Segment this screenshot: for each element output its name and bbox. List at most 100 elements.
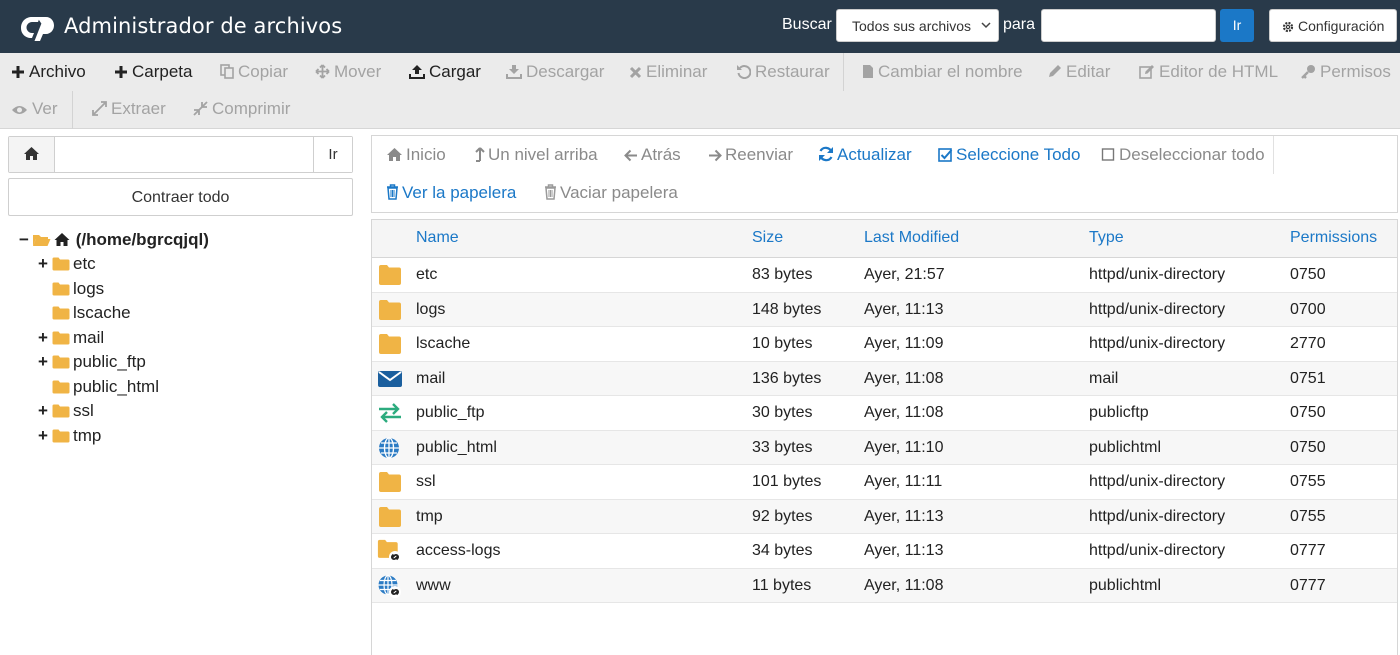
tree-item-public-ftp[interactable]: + public_ftp xyxy=(38,351,146,373)
up-level-button[interactable]: Un nivel arriba xyxy=(474,144,598,166)
new-folder-button[interactable]: Carpeta xyxy=(114,61,192,83)
file-type: publicftp xyxy=(1089,404,1149,421)
rename-button[interactable]: Cambiar el nombre xyxy=(862,61,1023,83)
home-nav-button[interactable]: Inicio xyxy=(386,144,446,166)
undo-icon xyxy=(737,65,752,80)
refresh-button[interactable]: Actualizar xyxy=(818,144,912,166)
forward-button[interactable]: Reenviar xyxy=(708,144,793,166)
home-icon xyxy=(24,147,39,160)
select-all-button[interactable]: Seleccione Todo xyxy=(938,144,1080,166)
file-modified: Ayer, 21:57 xyxy=(864,266,945,283)
column-header-type[interactable]: Type xyxy=(1089,229,1124,247)
tree-home-button[interactable] xyxy=(9,137,55,172)
tree-item-label: public_html xyxy=(73,376,159,396)
file-name[interactable]: access-logs xyxy=(416,542,500,560)
refresh-label: Actualizar xyxy=(837,145,912,164)
expand-toggle[interactable]: + xyxy=(38,253,52,275)
tree-item-tmp[interactable]: + tmp xyxy=(38,425,101,447)
table-row[interactable]: lscache 10 bytes Ayer, 11:09 httpd/unix-dir… xyxy=(372,327,1397,362)
table-row[interactable]: www 11 bytes Ayer, 11:08 publichtml 0777 xyxy=(372,568,1397,603)
expand-toggle[interactable]: + xyxy=(38,425,52,447)
tree-item-ssl[interactable]: + ssl xyxy=(38,400,94,422)
file-name[interactable]: etc xyxy=(416,266,437,284)
checkbox-checked-icon xyxy=(938,148,953,162)
table-row[interactable]: access-logs 34 bytes Ayer, 11:13 httpd/unix… xyxy=(372,534,1397,569)
tree-go-button[interactable]: Ir xyxy=(313,137,352,172)
folder-icon xyxy=(52,429,70,442)
table-row[interactable]: public_html 33 bytes Ayer, 11:10 publichtml… xyxy=(372,430,1397,465)
search-scope-select[interactable]: Todos sus archivos xyxy=(836,9,999,42)
file-name[interactable]: www xyxy=(416,577,451,595)
back-button[interactable]: Atrás xyxy=(624,144,681,166)
column-header-name[interactable]: Name xyxy=(416,229,459,247)
search-input[interactable] xyxy=(1041,9,1216,42)
copy-button[interactable]: Copiar xyxy=(220,61,288,83)
file-size: 101 bytes xyxy=(752,473,822,490)
upload-button[interactable]: Cargar xyxy=(409,61,481,83)
html-editor-button[interactable]: Editor de HTML xyxy=(1139,61,1278,83)
settings-button[interactable]: Configuración xyxy=(1269,9,1397,42)
table-header: Name Size Last Modified Type Permissions xyxy=(372,220,1397,258)
file-name[interactable]: tmp xyxy=(416,508,443,526)
table-row[interactable]: logs 148 bytes Ayer, 11:13 httpd/unix-direc… xyxy=(372,292,1397,327)
tree-item-public-html[interactable]: public_html xyxy=(38,376,159,398)
view-trash-button[interactable]: Ver la papelera xyxy=(386,182,516,204)
table-row[interactable]: etc 83 bytes Ayer, 21:57 httpd/unix-directo… xyxy=(372,258,1397,293)
file-type: httpd/unix-directory xyxy=(1089,335,1226,352)
table-row[interactable]: mail 136 bytes Ayer, 11:08 mail 0751 xyxy=(372,361,1397,396)
folder-icon xyxy=(52,282,70,295)
tree-path-input[interactable] xyxy=(56,137,314,172)
tree-item-label: logs xyxy=(73,278,105,298)
chevron-down-icon xyxy=(981,22,991,29)
file-name[interactable]: public_html xyxy=(416,439,497,457)
move-button[interactable]: Mover xyxy=(315,61,381,83)
expand-toggle[interactable]: + xyxy=(38,327,52,349)
compress-button[interactable]: Comprimir xyxy=(193,98,290,120)
column-header-size[interactable]: Size xyxy=(752,229,783,247)
file-permissions: 0750 xyxy=(1290,438,1326,456)
close-icon xyxy=(629,66,642,79)
extract-button[interactable]: Extraer xyxy=(92,98,166,120)
delete-button[interactable]: Eliminar xyxy=(629,61,707,83)
table-row[interactable]: tmp 92 bytes Ayer, 11:13 httpd/unix-directo… xyxy=(372,499,1397,534)
permissions-button[interactable]: Permisos xyxy=(1301,61,1391,83)
file-name[interactable]: lscache xyxy=(416,335,470,353)
expand-toggle[interactable]: + xyxy=(38,351,52,373)
tree-root[interactable]: − (/home/bgrcqjql) xyxy=(19,229,209,251)
file-name[interactable]: mail xyxy=(416,370,445,388)
search-go-button[interactable]: Ir xyxy=(1220,9,1254,42)
file-name[interactable]: public_ftp xyxy=(416,404,485,422)
file-modified: Ayer, 11:08 xyxy=(864,404,944,421)
edit-label: Editar xyxy=(1066,62,1111,81)
tree-item-lscache[interactable]: lscache xyxy=(38,302,131,324)
file-size: 34 bytes xyxy=(752,542,813,559)
upload-label: Cargar xyxy=(429,62,481,81)
tree-item-mail[interactable]: + mail xyxy=(38,327,104,349)
new-file-label: Archivo xyxy=(29,62,86,81)
table-row[interactable]: ssl 101 bytes Ayer, 11:11 httpd/unix-direct… xyxy=(372,465,1397,500)
back-label: Atrás xyxy=(641,145,681,164)
empty-trash-button[interactable]: Vaciar papelera xyxy=(544,182,678,204)
tree-item-logs[interactable]: logs xyxy=(38,278,104,300)
file-modified: Ayer, 11:13 xyxy=(864,300,944,318)
column-header-permissions[interactable]: Permissions xyxy=(1290,229,1377,247)
expand-icon xyxy=(92,101,107,116)
expand-toggle[interactable]: + xyxy=(38,400,52,422)
file-name[interactable]: logs xyxy=(416,301,445,319)
download-icon xyxy=(506,65,522,79)
deselect-all-button[interactable]: Deseleccionar todo xyxy=(1101,144,1265,166)
view-button[interactable]: Ver xyxy=(11,98,58,120)
download-button[interactable]: Descargar xyxy=(506,61,604,83)
file-table: Name Size Last Modified Type Permissions… xyxy=(371,219,1398,655)
column-header-modified[interactable]: Last Modified xyxy=(864,229,959,247)
collapse-all-button[interactable]: Contraer todo xyxy=(8,178,353,216)
file-name[interactable]: ssl xyxy=(416,473,436,491)
file-size: 136 bytes xyxy=(752,369,822,387)
tree-item-etc[interactable]: + etc xyxy=(38,253,96,275)
new-file-button[interactable]: Archivo xyxy=(11,61,86,83)
collapse-toggle[interactable]: − xyxy=(19,229,32,251)
restore-button[interactable]: Restaurar xyxy=(736,61,830,83)
table-row[interactable]: public_ftp 30 bytes Ayer, 11:08 publicftp 07… xyxy=(372,396,1397,431)
edit-button[interactable]: Editar xyxy=(1047,61,1110,83)
delete-label: Eliminar xyxy=(646,62,708,81)
